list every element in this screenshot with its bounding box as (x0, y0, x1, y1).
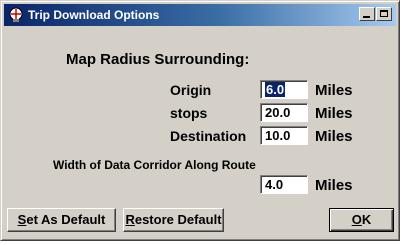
restore-default-mnemonic: R (125, 212, 135, 227)
restore-default-button[interactable]: Restore Default (123, 208, 224, 232)
destination-unit-label: Miles (315, 128, 353, 145)
title-bar[interactable]: Trip Download Options (4, 4, 396, 26)
corridor-width-label: Width of Data Corridor Along Route (53, 158, 256, 172)
corridor-unit-label: Miles (315, 177, 353, 194)
origin-radius-input[interactable]: 6.0 (260, 80, 308, 99)
minimize-button[interactable] (359, 7, 375, 21)
ok-mnemonic: O (351, 212, 362, 227)
ok-label: K (361, 212, 372, 227)
stops-unit-label: Miles (315, 105, 353, 122)
stops-label: stops (170, 105, 208, 121)
ok-button[interactable]: OK (329, 208, 394, 232)
restore-default-label: estore Default (134, 212, 222, 227)
maximize-button[interactable] (376, 7, 392, 21)
origin-unit-label: Miles (315, 82, 353, 99)
minimize-icon (363, 16, 370, 18)
window-title: Trip Download Options (28, 8, 160, 22)
set-as-default-button[interactable]: Set As Default (7, 208, 116, 232)
destination-radius-value: 10.0 (265, 128, 291, 143)
map-radius-heading: Map Radius Surrounding: (66, 51, 250, 68)
maximize-icon (380, 10, 388, 17)
destination-radius-input[interactable]: 10.0 (260, 126, 308, 145)
app-icon (8, 7, 24, 23)
origin-radius-value: 6.0 (265, 82, 286, 97)
destination-label: Destination (170, 128, 247, 144)
trip-download-options-dialog: Trip Download Options Map Radius Surroun… (0, 0, 400, 241)
stops-radius-value: 20.0 (265, 105, 291, 120)
set-as-default-label: et As Default (26, 212, 106, 227)
corridor-width-input[interactable]: 4.0 (260, 175, 308, 194)
stops-radius-input[interactable]: 20.0 (260, 103, 308, 122)
corridor-width-value: 4.0 (265, 177, 284, 192)
origin-label: Origin (170, 82, 212, 98)
